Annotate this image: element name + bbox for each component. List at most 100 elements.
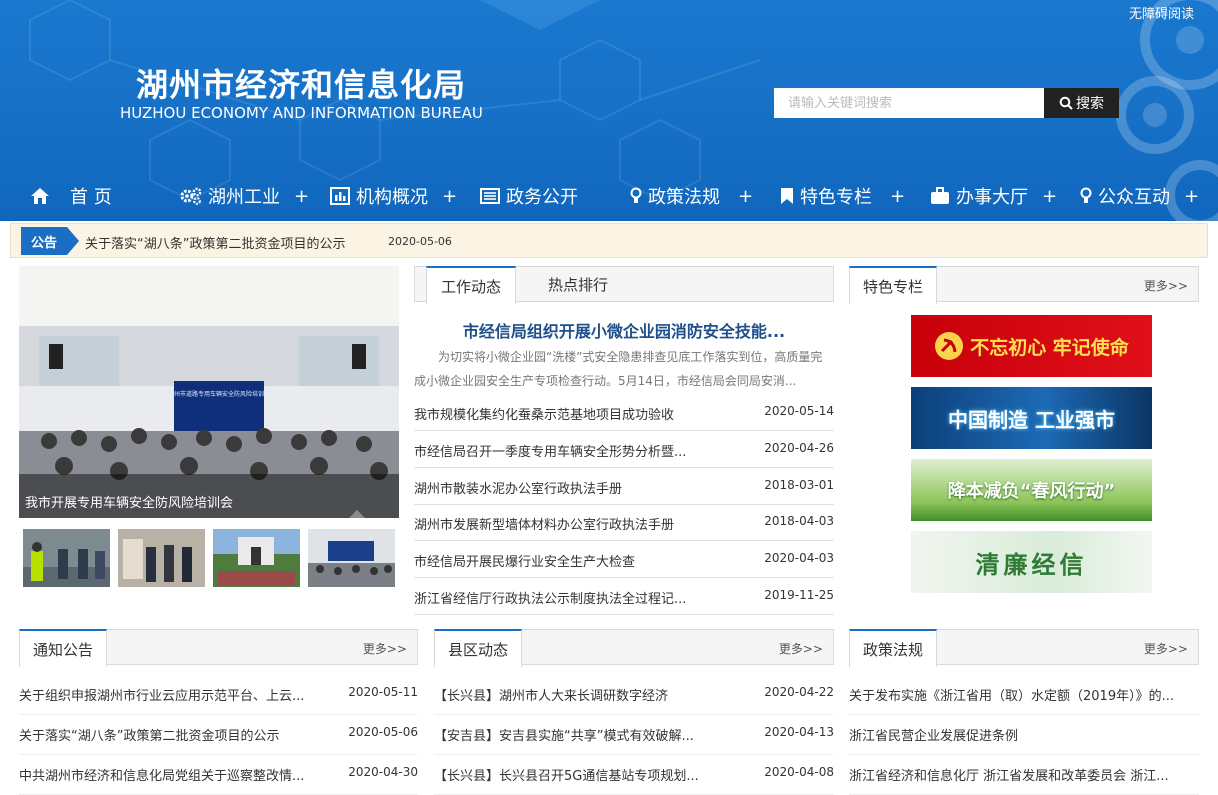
list-item[interactable]: 关于发布实施《浙江省用（取）水定额（2019年）》的...	[849, 675, 1199, 715]
slideshow-thumbnails	[19, 529, 399, 587]
list-item[interactable]: 市经信局开展民爆行业安全生产大检查 2020-04-03	[414, 544, 834, 578]
list-icon	[480, 188, 500, 204]
county-more-link[interactable]: 更多>>	[779, 640, 823, 657]
list-item[interactable]: 【长兴县】湖州市人大来长调研数字经济 2020-04-22	[434, 675, 834, 715]
nav-item-policy[interactable]: 政策法规 +	[630, 178, 753, 214]
item-date: 2020-05-06	[348, 725, 418, 739]
item-title: 【长兴县】湖州市人大来长调研数字经济	[434, 689, 669, 704]
policy-title: 政策法规	[849, 629, 937, 667]
nav-item-service-hall[interactable]: 办事大厅 +	[930, 178, 1057, 214]
list-item[interactable]: 关于落实“湖八条”政策第二批资金项目的公示 2020-05-06	[19, 715, 418, 755]
party-emblem-icon	[935, 332, 964, 360]
item-title: 浙江省经济和信息化厅 浙江省发展和改革委员会 浙江...	[849, 769, 1169, 784]
item-title: 关于落实“湖八条”政策第二批资金项目的公示	[19, 729, 280, 744]
list-item[interactable]: 【长兴县】长兴县召开5G通信基站专项规划... 2020-04-08	[434, 755, 834, 795]
banner-party[interactable]: 不忘初心 牢记使命	[911, 315, 1152, 377]
policy-more-link[interactable]: 更多>>	[1144, 640, 1188, 657]
expand-icon: +	[294, 185, 310, 207]
nav-item-government-affairs[interactable]: 政务公开	[480, 178, 578, 214]
county-title: 县区动态	[434, 629, 522, 667]
county-header: 县区动态 更多>>	[434, 629, 834, 667]
expand-icon: +	[1184, 185, 1200, 207]
bookmark-icon	[780, 187, 794, 205]
announcement-tag: 公告	[21, 227, 79, 255]
thumbnail-1[interactable]	[23, 529, 110, 587]
item-title: 【长兴县】长兴县召开5G通信基站专项规划...	[434, 769, 699, 784]
banner-spring-action[interactable]: 降本减负“春风行动”	[911, 459, 1152, 521]
item-title: 关于组织申报湖州市行业云应用示范平台、上云...	[19, 689, 305, 704]
item-title: 市经信局开展民爆行业安全生产大检查	[414, 555, 636, 570]
announcement-date: 2020-05-06	[388, 235, 452, 248]
bar-chart-icon	[330, 187, 350, 205]
list-item[interactable]: 浙江省经信厅行政执法公示制度执法全过程记... 2019-11-25	[414, 581, 834, 615]
notices-title: 通知公告	[19, 629, 107, 667]
list-item[interactable]: 湖州市发展新型墙体材料办公室行政执法手册 2018-04-03	[414, 507, 834, 541]
expand-icon: +	[890, 185, 906, 207]
item-title: 浙江省民营企业发展促进条例	[849, 729, 1019, 744]
nav-label: 湖州工业	[208, 187, 280, 208]
thumbnail-4[interactable]	[308, 529, 395, 587]
item-date: 2018-04-03	[764, 514, 834, 528]
item-title: 湖州市发展新型墙体材料办公室行政执法手册	[414, 518, 675, 533]
nav-item-public-interaction[interactable]: 公众互动 +	[1080, 178, 1199, 214]
notices-header: 通知公告 更多>>	[19, 629, 418, 667]
item-date: 2020-04-03	[764, 551, 834, 565]
banner-clean-governance-text: 清廉经信	[975, 549, 1088, 579]
list-item[interactable]: 【安吉县】安吉县实施“共享”模式有效破解... 2020-04-13	[434, 715, 834, 755]
work-news-tabs: 工作动态 热点排行	[414, 266, 834, 304]
bulb-icon	[630, 187, 642, 205]
news-slideshow[interactable]: 湖州市道路专用车辆安全防风险培训会 我市开展专用车辆安全防风险培训会	[19, 266, 399, 518]
nav-item-organization[interactable]: 机构概况 +	[330, 178, 457, 214]
list-item[interactable]: 浙江省经济和信息化厅 浙江省发展和改革委员会 浙江...	[849, 755, 1199, 795]
nav-label: 政策法规	[648, 187, 720, 208]
item-date: 2018-03-01	[764, 478, 834, 492]
item-date: 2020-04-13	[764, 725, 834, 739]
slideshow-caption: 我市开展专用车辆安全防风险培训会	[19, 474, 399, 518]
announcement-bar: 公告 关于落实“湖八条”政策第二批资金项目的公示 2020-05-06	[10, 223, 1208, 258]
nav-item-featured[interactable]: 特色专栏 +	[780, 178, 905, 214]
home-icon	[30, 187, 50, 205]
nav-item-home[interactable]: 首 页	[30, 178, 112, 214]
tab-work-news[interactable]: 工作动态	[426, 266, 516, 304]
list-item[interactable]: 中共湖州市经济和信息化局党组关于巡察整改情... 2020-04-30	[19, 755, 418, 795]
banner-party-text: 不忘初心 牢记使命	[970, 336, 1129, 359]
nav-item-huzhou-industry[interactable]: 湖州工业 +	[180, 178, 309, 214]
thumbnail-3[interactable]	[213, 529, 300, 587]
site-title: 湖州市经济和信息化局	[136, 66, 467, 104]
policy-header: 政策法规 更多>>	[849, 629, 1199, 667]
headline-link[interactable]: 市经信局组织开展小微企业园消防安全技能...	[414, 318, 834, 342]
gears-icon	[180, 187, 202, 205]
item-title: 湖州市散装水泥办公室行政执法手册	[414, 482, 623, 497]
search-icon	[1059, 96, 1073, 110]
accessibility-link[interactable]: 无障碍阅读	[1129, 3, 1194, 22]
featured-more-link[interactable]: 更多>>	[1144, 277, 1188, 294]
banner-spring-action-text: 降本减负“春风行动”	[947, 481, 1116, 502]
search-input[interactable]	[774, 88, 1044, 118]
item-title: 市经信局召开一季度专用车辆安全形势分析暨...	[414, 445, 687, 460]
item-date: 2020-04-26	[764, 441, 834, 455]
list-item[interactable]: 市经信局召开一季度专用车辆安全形势分析暨... 2020-04-26	[414, 434, 834, 468]
announcement-link[interactable]: 关于落实“湖八条”政策第二批资金项目的公示	[85, 233, 345, 252]
search-button[interactable]: 搜索	[1044, 88, 1119, 118]
nav-label: 办事大厅	[956, 187, 1028, 208]
notices-more-link[interactable]: 更多>>	[363, 640, 407, 657]
site-title-en: HUZHOU ECONOMY AND INFORMATION BUREAU	[120, 104, 483, 122]
item-date: 2020-04-22	[764, 685, 834, 699]
item-date: 2019-11-25	[764, 588, 834, 602]
list-item[interactable]: 湖州市散装水泥办公室行政执法手册 2018-03-01	[414, 471, 834, 505]
banner-clean-governance[interactable]: 清廉经信	[911, 531, 1152, 593]
banner-made-in-china[interactable]: 中国制造 工业强市	[911, 387, 1152, 449]
banner-made-in-china-text: 中国制造 工业强市	[948, 407, 1115, 432]
tab-hot-ranking[interactable]: 热点排行	[533, 266, 623, 303]
list-item[interactable]: 浙江省民营企业发展促进条例	[849, 715, 1199, 755]
nav-label: 首 页	[70, 187, 112, 208]
nav-label: 政务公开	[506, 187, 578, 208]
thumbnail-2[interactable]	[118, 529, 205, 587]
headline-summary: 为切实将小微企业园“洗楼”式安全隐患排查见底工作落实到位，高质量完成小微企业园安…	[414, 350, 823, 388]
item-title: 【安吉县】安吉县实施“共享”模式有效破解...	[434, 729, 694, 744]
item-date: 2020-04-08	[764, 765, 834, 779]
list-item[interactable]: 关于组织申报湖州市行业云应用示范平台、上云... 2020-05-11	[19, 675, 418, 715]
featured-title: 特色专栏	[849, 266, 937, 304]
nav-label: 公众互动	[1098, 187, 1170, 208]
list-item[interactable]: 我市规模化集约化蚕桑示范基地项目成功验收 2020-05-14	[414, 397, 834, 431]
